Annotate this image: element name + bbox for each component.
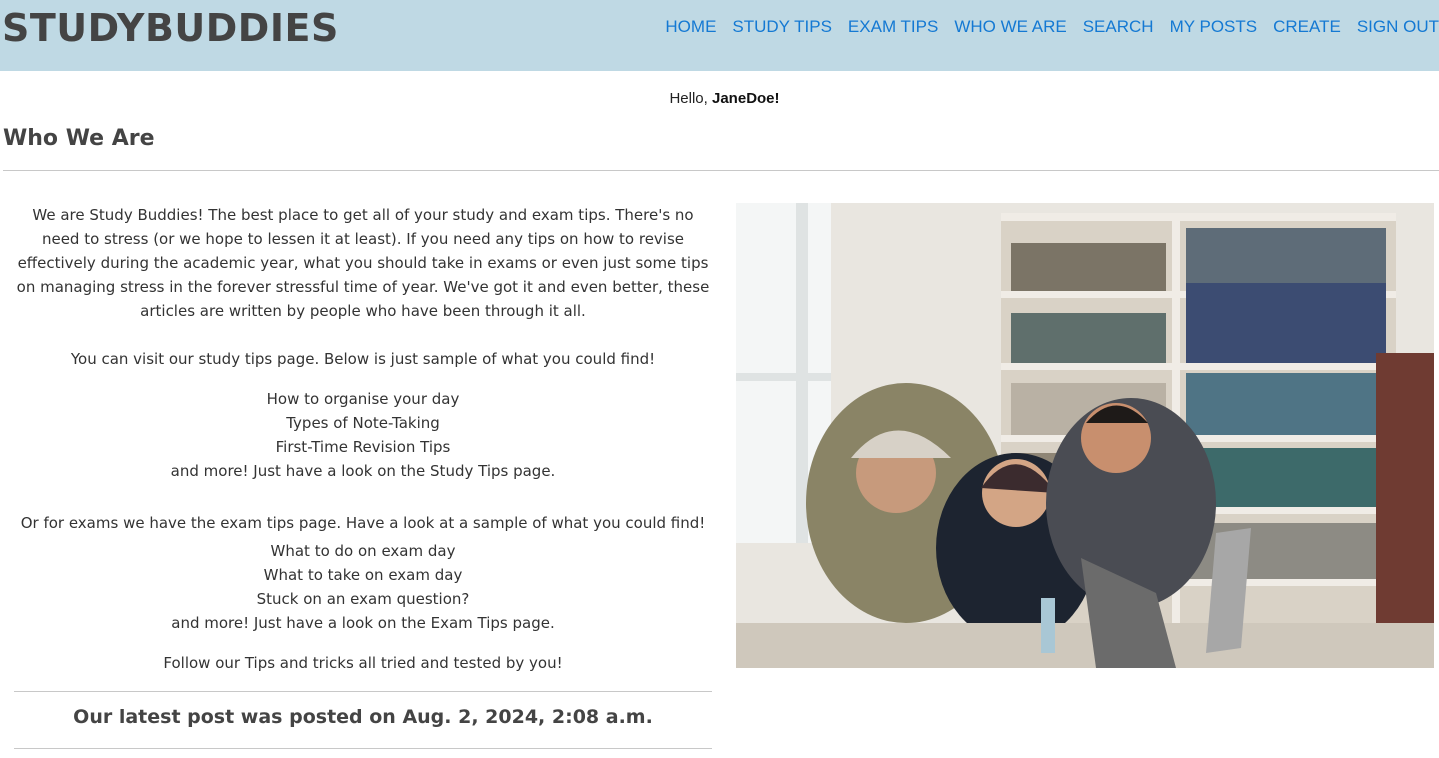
page-title: Who We Are xyxy=(3,126,155,151)
study-tips-list: How to organise your day Types of Note-T… xyxy=(13,387,713,483)
exam-tips-list: What to do on exam day What to take on e… xyxy=(13,539,713,635)
greeting-prefix: Hello, xyxy=(669,90,708,107)
title-divider xyxy=(3,170,1439,171)
exam-tips-intro: Or for exams we have the exam tips page.… xyxy=(20,514,706,532)
list-item: What to do on exam day xyxy=(270,542,456,560)
list-item: How to organise your day xyxy=(266,390,460,408)
nav-who-we-are[interactable]: WHO WE ARE xyxy=(954,17,1066,37)
nav-exam-tips[interactable]: EXAM TIPS xyxy=(848,17,938,37)
nav-create[interactable]: CREATE xyxy=(1273,17,1341,37)
list-item: Stuck on an exam question? xyxy=(256,590,470,608)
latest-post-divider-bottom xyxy=(14,748,712,749)
list-item: Types of Note-Taking xyxy=(286,414,440,432)
latest-post-info: Our latest post was posted on Aug. 2, 20… xyxy=(73,706,653,728)
team-photo xyxy=(736,203,1434,668)
latest-post-divider-top xyxy=(14,691,712,692)
site-logo[interactable]: STUDYBUDDIES xyxy=(2,6,339,50)
list-item: and more! Just have a look on the Study … xyxy=(170,462,556,480)
nav-sign-out[interactable]: SIGN OUT xyxy=(1357,17,1439,37)
follow-text: Follow our Tips and tricks all tried and… xyxy=(163,654,563,672)
nav-search[interactable]: SEARCH xyxy=(1083,17,1154,37)
list-item: and more! Just have a look on the Exam T… xyxy=(171,614,555,632)
user-greeting: Hello, JaneDoe! xyxy=(0,90,1439,107)
greeting-username: JaneDoe! xyxy=(712,90,780,107)
nav-study-tips[interactable]: STUDY TIPS xyxy=(732,17,832,37)
site-header: STUDYBUDDIES HOME STUDY TIPS EXAM TIPS W… xyxy=(0,0,1439,71)
list-item: First-Time Revision Tips xyxy=(275,438,451,456)
intro-paragraph: We are Study Buddies! The best place to … xyxy=(16,206,710,320)
list-item: What to take on exam day xyxy=(263,566,463,584)
main-nav: HOME STUDY TIPS EXAM TIPS WHO WE ARE SEA… xyxy=(649,17,1439,37)
study-tips-intro: You can visit our study tips page. Below… xyxy=(70,350,656,368)
nav-my-posts[interactable]: MY POSTS xyxy=(1170,17,1258,37)
nav-home[interactable]: HOME xyxy=(665,17,716,37)
